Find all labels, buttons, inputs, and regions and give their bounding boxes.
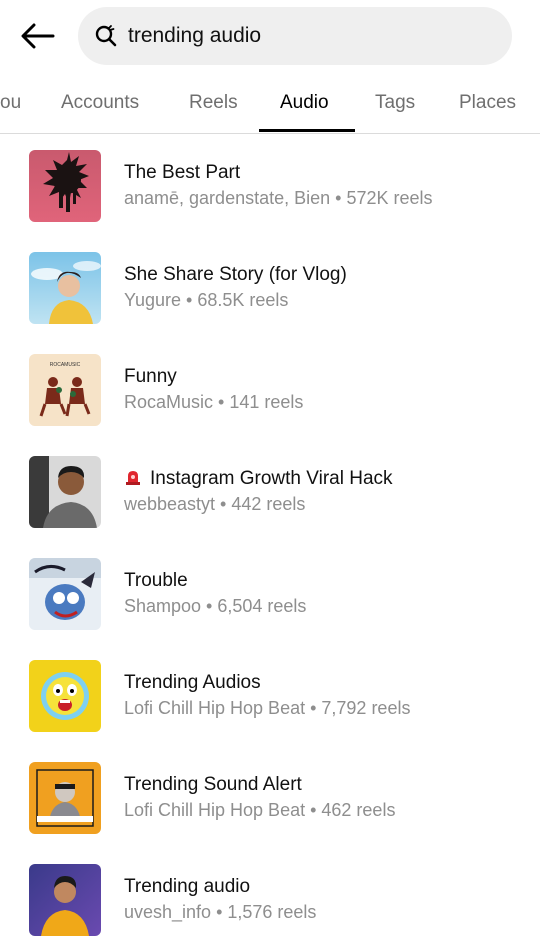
- list-item[interactable]: Trending Audios Lofi Chill Hip Hop Beat …: [0, 646, 540, 748]
- list-item[interactable]: Trouble Shampoo • 6,504 reels: [0, 544, 540, 646]
- audio-subtitle: anamē, gardenstate, Bien • 572K reels: [124, 188, 433, 208]
- audio-title: Trending Audios: [124, 672, 261, 693]
- audio-title: The Best Part: [124, 162, 241, 183]
- list-item[interactable]: Trending audio uvesh_info • 1,576 reels: [0, 850, 540, 952]
- back-arrow-icon: [21, 23, 55, 49]
- list-item[interactable]: She Share Story (for Vlog) Yugure • 68.5…: [0, 238, 540, 340]
- active-tab-indicator: [259, 129, 355, 132]
- audio-subtitle: webbeastyt • 442 reels: [124, 494, 306, 514]
- audio-cover-image: [29, 150, 101, 222]
- audio-title: She Share Story (for Vlog): [124, 264, 347, 285]
- audio-cover-image: [29, 762, 101, 834]
- audio-cover-image: ROCAMUSIC: [29, 354, 101, 426]
- search-query-text: trending audio: [128, 24, 262, 47]
- audio-cover-image: [29, 252, 101, 324]
- audio-subtitle: Shampoo • 6,504 reels: [124, 596, 307, 616]
- audio-title: Trouble: [124, 570, 188, 591]
- audio-cover-image: [29, 660, 101, 732]
- list-item[interactable]: Instagram Growth Viral Hack webbeastyt •…: [0, 442, 540, 544]
- audio-subtitle: RocaMusic • 141 reels: [124, 392, 304, 412]
- list-item[interactable]: Trending Sound Alert Lofi Chill Hip Hop …: [0, 748, 540, 850]
- tab-for-you[interactable]: ou: [0, 78, 21, 134]
- audio-cover-image: [29, 558, 101, 630]
- audio-title: Trending audio: [124, 876, 251, 897]
- audio-subtitle: Lofi Chill Hip Hop Beat • 462 reels: [124, 800, 396, 820]
- list-item[interactable]: ROCAMUSIC Funny RocaMusic • 141 reels: [0, 340, 540, 442]
- top-bar: trending audio: [0, 0, 540, 72]
- audio-title-text: Instagram Growth Viral Hack: [150, 468, 393, 489]
- tab-reels[interactable]: Reels: [189, 78, 238, 134]
- audio-title: Trending Sound Alert: [124, 774, 302, 795]
- audio-subtitle: Lofi Chill Hip Hop Beat • 7,792 reels: [124, 698, 411, 718]
- search-input[interactable]: trending audio: [78, 7, 512, 65]
- audio-subtitle: Yugure • 68.5K reels: [124, 290, 289, 310]
- search-category-tabs: ou Accounts Reels Audio Tags Places: [0, 78, 540, 134]
- audio-cover-image: [29, 864, 101, 936]
- audio-subtitle: uvesh_info • 1,576 reels: [124, 902, 317, 922]
- tab-places[interactable]: Places: [459, 78, 516, 134]
- search-icon: [94, 24, 118, 48]
- cover-brand-text: ROCAMUSIC: [50, 362, 81, 368]
- audio-title: Funny: [124, 366, 177, 387]
- tab-audio[interactable]: Audio: [280, 78, 329, 134]
- tab-accounts[interactable]: Accounts: [61, 78, 139, 134]
- tab-tags[interactable]: Tags: [375, 78, 415, 134]
- audio-cover-image: [29, 456, 101, 528]
- list-item[interactable]: The Best Part anamē, gardenstate, Bien •…: [0, 136, 540, 238]
- audio-title: Instagram Growth Viral Hack: [124, 468, 393, 490]
- alarm-light-icon: [126, 471, 140, 485]
- back-button[interactable]: [18, 18, 58, 54]
